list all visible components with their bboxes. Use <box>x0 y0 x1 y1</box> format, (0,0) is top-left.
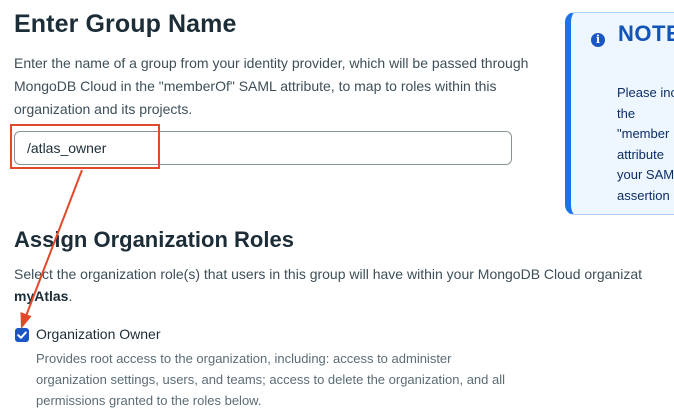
organization-owner-description: Provides root access to the organization… <box>36 348 576 411</box>
note-line: attribute <box>617 146 664 162</box>
option-description-line: permissions granted to the roles below. <box>36 393 262 408</box>
organization-owner-label[interactable]: Organization Owner <box>36 326 161 342</box>
option-description-line: organization settings, users, and teams;… <box>36 372 506 387</box>
checkmark-icon <box>17 331 27 339</box>
group-name-description: Enter the name of a group from your iden… <box>14 55 529 117</box>
note-line: the <box>617 105 636 121</box>
org-name: myAtlas <box>14 288 69 304</box>
roles-description: Select the organization role(s) that use… <box>14 263 674 307</box>
group-name-input[interactable] <box>14 131 512 165</box>
note-line: "member <box>617 126 670 141</box>
org-suffix: . <box>68 288 73 304</box>
roles-description-line: Select the organization role(s) that use… <box>14 266 642 282</box>
note-callout: i NOTE Please inc the "member attribute … <box>565 12 674 215</box>
note-line: Please inc <box>617 85 674 100</box>
roles-org-line: myAtlas. <box>14 285 674 307</box>
note-line: assertion <box>617 187 670 203</box>
option-description-line: Provides root access to the organization… <box>36 351 452 366</box>
roles-heading: Assign Organization Roles <box>14 227 294 252</box>
info-icon: i <box>591 33 605 47</box>
note-body: Please inc the "member attribute your SA… <box>617 83 674 206</box>
note-title: NOTE <box>618 21 674 46</box>
group-name-heading: Enter Group Name <box>14 10 237 38</box>
organization-owner-checkbox[interactable] <box>15 328 29 342</box>
note-line: your SAM <box>617 167 674 182</box>
